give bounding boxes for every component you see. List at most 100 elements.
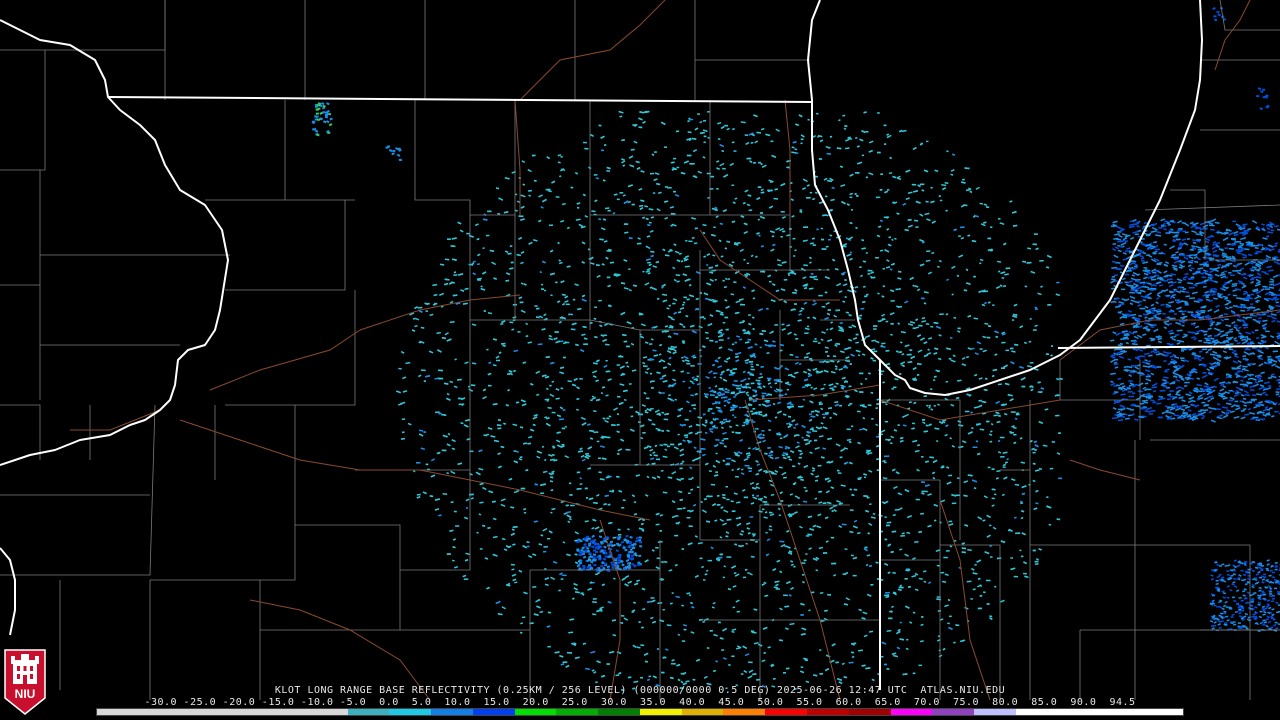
radar-echo-pixel bbox=[697, 363, 702, 365]
radar-echo-pixel bbox=[548, 224, 554, 227]
radar-echo-pixel bbox=[531, 154, 536, 157]
radar-echo-pixel bbox=[716, 495, 720, 497]
radar-echo-pixel bbox=[716, 504, 721, 506]
radar-echo-pixel bbox=[780, 235, 783, 238]
radar-echo-pixel bbox=[519, 301, 524, 304]
radar-echo-pixel bbox=[648, 221, 652, 224]
radar-echo-pixel bbox=[731, 414, 735, 417]
radar-echo-pixel bbox=[767, 189, 771, 192]
radar-echo-pixel bbox=[875, 196, 881, 199]
radar-echo-pixel bbox=[727, 278, 731, 280]
radar-echo-pixel bbox=[569, 494, 573, 496]
radar-echo-pixel bbox=[679, 467, 683, 470]
radar-echo-pixel bbox=[960, 226, 965, 229]
radar-echo-pixel bbox=[598, 299, 602, 302]
radar-echo-pixel bbox=[749, 516, 754, 518]
radar-echo-pixel bbox=[833, 385, 837, 388]
radar-echo-pixel bbox=[906, 353, 912, 356]
radar-echo-pixel bbox=[939, 313, 944, 316]
radar-echo-pixel bbox=[513, 450, 517, 452]
radar-echo-pixel bbox=[850, 208, 854, 211]
radar-echo-pixel bbox=[721, 422, 724, 424]
radar-echo-pixel bbox=[520, 487, 526, 490]
radar-echo-pixel bbox=[1051, 441, 1056, 443]
radar-echo-pixel bbox=[782, 230, 786, 233]
radar-echo-pixel bbox=[703, 141, 706, 143]
radar-echo-pixel bbox=[867, 273, 870, 275]
radar-echo-pixel bbox=[864, 378, 868, 380]
radar-echo-pixel bbox=[974, 564, 977, 566]
radar-echo-pixel bbox=[1034, 449, 1037, 451]
radar-echo-pixel bbox=[418, 341, 422, 344]
radar-echo-pixel bbox=[606, 170, 611, 172]
radar-echo-pixel bbox=[812, 244, 816, 247]
radar-echo-pixel bbox=[621, 506, 625, 509]
radar-echo-pixel bbox=[608, 415, 612, 418]
radar-echo-pixel bbox=[884, 420, 889, 423]
radar-echo-pixel bbox=[564, 426, 567, 428]
radar-echo-pixel bbox=[699, 557, 703, 560]
radar-echo-pixel bbox=[681, 548, 684, 550]
radar-echo-pixel bbox=[735, 353, 738, 355]
radar-echo-pixel bbox=[923, 490, 928, 493]
radar-echo-pixel bbox=[895, 288, 899, 291]
radar-echo-pixel bbox=[661, 430, 664, 432]
radar-echo-pixel bbox=[873, 325, 878, 327]
radar-echo-pixel bbox=[645, 397, 650, 400]
radar-echo-pixel bbox=[1005, 349, 1010, 352]
radar-echo-pixel bbox=[783, 671, 786, 674]
radar-echo-pixel bbox=[463, 578, 469, 580]
radar-echo-pixel bbox=[819, 361, 823, 363]
radar-echo-pixel bbox=[659, 530, 663, 532]
radar-echo-pixel bbox=[723, 404, 727, 407]
radar-echo-pixel bbox=[836, 469, 840, 472]
radar-echo-pixel bbox=[660, 469, 664, 472]
radar-echo-pixel bbox=[987, 237, 992, 240]
radar-echo-pixel bbox=[972, 446, 978, 448]
radar-echo-pixel bbox=[830, 536, 835, 539]
radar-echo-pixel bbox=[990, 226, 993, 229]
radar-echo-pixel bbox=[731, 655, 735, 657]
radar-echo-pixel bbox=[941, 465, 945, 468]
radar-echo-pixel bbox=[636, 242, 642, 245]
radar-echo-pixel bbox=[733, 380, 738, 382]
radar-echo-pixel bbox=[806, 325, 810, 328]
radar-echo-pixel bbox=[855, 172, 860, 174]
radar-echo-pixel bbox=[783, 278, 788, 281]
radar-echo-pixel bbox=[641, 626, 644, 629]
radar-echo-pixel bbox=[435, 411, 440, 414]
radar-echo-pixel bbox=[986, 336, 991, 339]
radar-echo-pixel bbox=[583, 343, 588, 345]
radar-echo-pixel bbox=[501, 342, 506, 345]
radar-echo-pixel bbox=[734, 341, 738, 344]
radar-echo-pixel bbox=[884, 461, 887, 464]
radar-echo-pixel bbox=[792, 292, 797, 294]
radar-echo-pixel bbox=[892, 386, 897, 389]
radar-echo-pixel bbox=[807, 118, 810, 121]
radar-echo-pixel bbox=[733, 150, 737, 152]
radar-echo-pixel bbox=[681, 640, 686, 642]
radar-echo-pixel bbox=[466, 232, 471, 235]
radar-echo-pixel bbox=[620, 615, 625, 617]
radar-echo-pixel bbox=[694, 227, 698, 230]
radar-echo-pixel bbox=[661, 411, 664, 414]
radar-echo-pixel bbox=[584, 487, 588, 490]
radar-echo-pixel bbox=[552, 445, 555, 448]
radar-echo-pixel bbox=[872, 359, 876, 362]
radar-echo-pixel bbox=[1000, 367, 1005, 369]
radar-echo-pixel bbox=[674, 398, 677, 401]
radar-echo-pixel bbox=[723, 438, 729, 440]
radar-echo-pixel bbox=[559, 316, 564, 319]
radar-echo-pixel bbox=[888, 617, 893, 620]
radar-echo-pixel bbox=[551, 411, 556, 414]
radar-echo-pixel bbox=[700, 448, 704, 450]
radar-echo-pixel bbox=[816, 228, 819, 231]
radar-echo-pixel bbox=[676, 166, 680, 169]
radar-echo-pixel bbox=[648, 675, 652, 678]
radar-echo-pixel bbox=[773, 678, 776, 680]
radar-echo-pixel bbox=[1013, 433, 1017, 436]
radar-echo-pixel bbox=[809, 191, 813, 194]
radar-echo-pixel bbox=[783, 476, 787, 479]
radar-echo-pixel bbox=[416, 461, 421, 464]
radar-echo-pixel bbox=[485, 234, 490, 237]
